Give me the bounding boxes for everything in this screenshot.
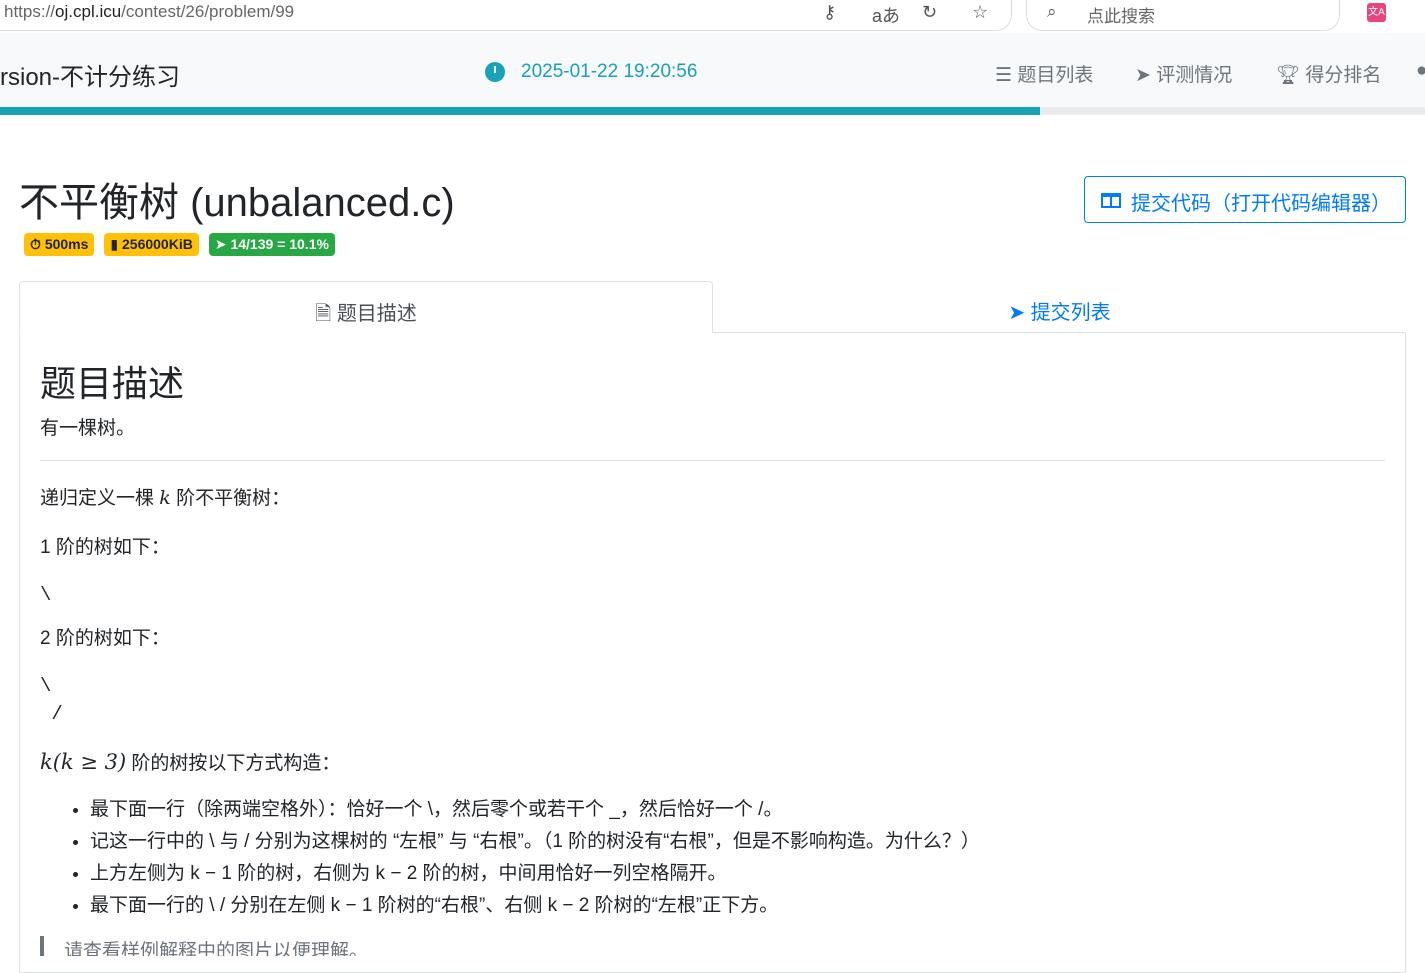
stopwatch-icon: ⏱ (30, 236, 45, 252)
search-box[interactable]: ⌕ 点此搜索 (1026, 0, 1340, 31)
list-item: 记这一行中的 \ 与 / 分别为这棵树的 “左根” 与 “右根”。（1 阶的树没… (90, 829, 1385, 854)
search-icon: ⌕ (1047, 2, 1057, 21)
problem-tabs: 🗎 题目描述 ➤ 提交列表 (19, 281, 1406, 333)
edge-refresh-icon[interactable]: ↻ (922, 2, 937, 23)
section-heading: 题目描述 (40, 363, 185, 404)
file-icon: 🗎 (315, 303, 337, 325)
sd-card-icon: ▮ (110, 236, 122, 252)
editor-icon (1101, 193, 1121, 208)
badge-text: 14/139 = 10.1% (230, 236, 329, 252)
url-path: /contest/26/problem/99 (121, 2, 295, 21)
order2-label: 2 阶的树如下： (40, 628, 170, 649)
submit-label: 提交代码（打开代码编辑器） (1131, 193, 1391, 215)
trophy-icon: 🏆︎ (1276, 65, 1306, 86)
order1-label: 1 阶的树如下： (40, 537, 170, 558)
url-host: oj.cpl.icu (55, 2, 122, 21)
text: 阶不平衡树： (170, 488, 291, 509)
submit-code-button[interactable]: 提交代码（打开代码编辑器） (1084, 176, 1406, 223)
nav-label: 得分排名 (1305, 65, 1382, 86)
definition-text: 递归定义一棵 k 阶不平衡树： (40, 483, 1385, 510)
list-item: 上方左侧为 k − 1 阶的树，右侧为 k − 2 阶的树，中间用恰好一列空格隔… (90, 861, 1385, 886)
nav-label: 评测情况 (1156, 65, 1233, 86)
divider (40, 460, 1385, 461)
nav-label: 题目列表 (1017, 65, 1094, 86)
nav-ranking[interactable]: 🏆︎ 得分排名 (1276, 60, 1381, 87)
tab-label: 题目描述 (336, 303, 417, 325)
user-icon[interactable]: ● (1416, 60, 1425, 82)
accept-rate-badge: ➤ 14/139 = 10.1% (208, 233, 335, 256)
math-k-condition: k(k ≥ 3) (40, 750, 127, 774)
contest-progress-bar (0, 107, 1425, 115)
server-time: 2025-01-22 19:20:56 (521, 61, 698, 82)
list-item: 最下面一行（除两端空格外）：恰好一个 \，然后零个或若干个 _，然后恰好一个 /… (90, 797, 1385, 822)
math-k: k (159, 487, 171, 509)
text: 阶的树按以下方式构造： (126, 753, 341, 774)
address-bar[interactable]: https://oj.cpl.icu/contest/26/problem/99… (0, 0, 1012, 31)
badge-text: 256000KiB (122, 236, 193, 252)
clock-icon (485, 62, 505, 82)
text: 递归定义一棵 (40, 488, 160, 509)
progress-fill (0, 107, 1041, 115)
url-prefix: https:// (4, 2, 56, 21)
tab-description[interactable]: 🗎 题目描述 (19, 281, 713, 333)
nav-judge-status[interactable]: ➤ 评测情况 (1135, 60, 1232, 87)
nav-problem-list[interactable]: ☰ 题目列表 (995, 60, 1093, 87)
top-navbar: rsion-不计分练习 2025-01-22 19:20:56 ☰ 题目列表 ➤… (0, 33, 1425, 107)
time-limit-badge: ⏱ 500ms (24, 233, 95, 256)
read-aloud-icon[interactable]: aあ (872, 2, 900, 28)
problem-description: 题目描述 有一棵树。 递归定义一棵 k 阶不平衡树： 1 阶的树如下： \ 2 … (40, 355, 1385, 956)
search-placeholder: 点此搜索 (1087, 7, 1155, 26)
translate-extension-icon[interactable]: 文A (1367, 3, 1386, 22)
construction-rules: 最下面一行（除两端空格外）：恰好一个 \，然后零个或若干个 _，然后恰好一个 /… (90, 797, 1385, 918)
key-icon[interactable]: ⚷ (823, 2, 836, 23)
tree2-ascii: \ / (40, 675, 63, 725)
favorite-star-icon[interactable]: ☆ (972, 2, 988, 23)
intro-text: 有一棵树。 (40, 418, 136, 439)
paper-plane-icon: ➤ (1135, 65, 1157, 86)
paper-plane-icon: ➤ (1008, 302, 1031, 324)
tab-label: 提交列表 (1030, 302, 1111, 324)
problem-title: 不平衡树 (unbalanced.c) (19, 181, 455, 225)
note-blockquote: 请查看样例解释中的图片以便理解。 (40, 936, 1385, 956)
tree1-ascii: \ (40, 584, 52, 606)
contest-title[interactable]: rsion-不计分练习 (0, 57, 180, 92)
memory-limit-badge: ▮ 256000KiB (104, 233, 199, 256)
list-item: 最下面一行的 \ / 分别在左侧 k − 1 阶树的“右根”、右侧 k − 2 … (90, 893, 1385, 918)
tab-submissions[interactable]: ➤ 提交列表 (713, 281, 1406, 333)
list-icon: ☰ (995, 65, 1018, 86)
badge-text: 500ms (44, 236, 89, 252)
url-text[interactable]: https://oj.cpl.icu/contest/26/problem/99 (4, 2, 294, 22)
paper-plane-icon: ➤ (214, 236, 231, 252)
orderk-text: k(k ≥ 3) 阶的树按以下方式构造： (40, 748, 1385, 775)
